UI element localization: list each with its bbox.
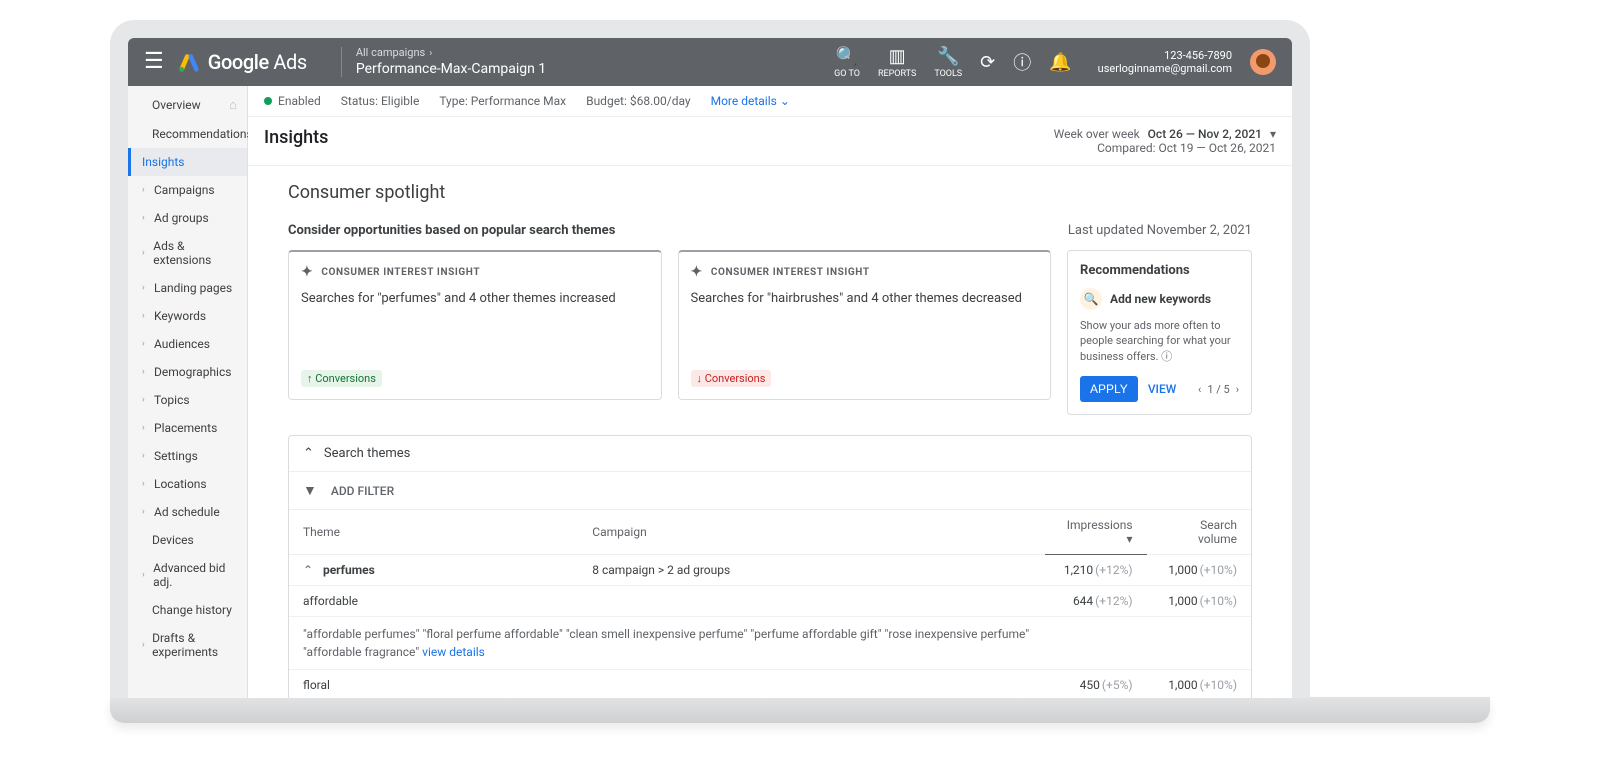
sidebar-item-ad-schedule[interactable]: ›Ad schedule: [128, 498, 247, 526]
notifications-icon[interactable]: 🔔: [1049, 52, 1071, 73]
sparkle-icon: ✦: [691, 264, 703, 280]
pager-label: 1 / 5: [1207, 383, 1229, 396]
google-ads-icon: [178, 51, 200, 73]
chevron-down-icon: ⌄: [780, 94, 790, 108]
table-row[interactable]: floral 450(+5%) 1,000(+10%): [289, 670, 1251, 698]
search-themes-header[interactable]: ⌃ Search themes: [289, 436, 1251, 472]
col-impressions[interactable]: Impressions ▾: [1045, 510, 1146, 555]
sidebar-item-overview[interactable]: Overview⌂: [128, 90, 247, 120]
product-logo[interactable]: Google Ads: [178, 50, 307, 74]
search-icon: 🔍: [836, 46, 858, 67]
sidebar-item-drafts[interactable]: ›Drafts & experiments: [128, 624, 247, 666]
sidebar-item-advanced-bid[interactable]: ›Advanced bid adj.: [128, 554, 247, 596]
sidebar-item-landing-pages[interactable]: ›Landing pages: [128, 274, 247, 302]
col-campaign[interactable]: Campaign: [578, 510, 1045, 555]
recommendations-card: Recommendations 🔍 Add new keywords Show y…: [1067, 250, 1252, 415]
avatar[interactable]: [1250, 49, 1276, 75]
reco-title: Recommendations: [1080, 263, 1239, 278]
sort-down-icon: ▾: [1127, 532, 1133, 546]
product-name: Google Ads: [208, 50, 307, 74]
budget-value: $68.00/day: [630, 94, 691, 108]
table-row[interactable]: ⌃ perfumes 8 campaign > 2 ad groups 1,21…: [289, 555, 1251, 586]
more-details-link[interactable]: More details ⌄: [711, 94, 790, 108]
search-themes-table: Theme Campaign Impressions ▾ Search volu…: [289, 510, 1251, 698]
sidebar-item-campaigns[interactable]: ›Campaigns: [128, 176, 247, 204]
magnify-icon: 🔍: [1080, 288, 1102, 310]
table-row-detail: "affordable perfumes" "floral perfume af…: [289, 617, 1251, 670]
campaign-status-bar: Enabled Status: Eligible Type: Performan…: [248, 86, 1292, 117]
top-app-bar: ☰ Google Ads All campaigns› Performance-…: [128, 38, 1292, 86]
table-row[interactable]: affordable 644(+12%) 1,000(+10%): [289, 586, 1251, 617]
wrench-icon: 🔧: [937, 46, 959, 67]
sidebar-item-placements[interactable]: ›Placements: [128, 414, 247, 442]
main-content: Enabled Status: Eligible Type: Performan…: [248, 86, 1292, 698]
sidebar-item-locations[interactable]: ›Locations: [128, 470, 247, 498]
chevron-right-icon: ›: [142, 185, 150, 195]
sidebar-item-change-history[interactable]: Change history: [128, 596, 247, 624]
date-range-picker[interactable]: Week over week Oct 26 — Nov 2, 2021 ▾ Co…: [1054, 127, 1276, 155]
view-button[interactable]: VIEW: [1148, 382, 1177, 396]
reports-button[interactable]: ▥REPORTS: [878, 46, 916, 79]
card-text: Searches for "hairbrushes" and 4 other t…: [691, 290, 1039, 308]
tools-button[interactable]: 🔧TOOLS: [934, 46, 962, 79]
sparkle-icon: ✦: [301, 264, 313, 280]
status-enabled: Enabled: [278, 94, 321, 108]
breadcrumb[interactable]: All campaigns› Performance-Max-Campaign …: [356, 46, 546, 78]
reco-description: Show your ads more often to people searc…: [1080, 319, 1231, 363]
dropdown-icon: ▾: [1270, 127, 1276, 141]
col-theme[interactable]: Theme: [289, 510, 578, 555]
help-circle-icon[interactable]: ⓘ: [1161, 350, 1172, 363]
sidebar-item-settings[interactable]: ›Settings: [128, 442, 247, 470]
sidebar-item-audiences[interactable]: ›Audiences: [128, 330, 247, 358]
insight-card-decreased[interactable]: ✦CONSUMER INTEREST INSIGHT Searches for …: [678, 250, 1052, 400]
sidebar-item-keywords[interactable]: ›Keywords: [128, 302, 247, 330]
next-icon[interactable]: ›: [1236, 383, 1239, 396]
add-filter-button[interactable]: ADD FILTER: [331, 484, 394, 498]
arrow-up-icon: ↑: [307, 372, 313, 385]
sidebar-item-demographics[interactable]: ›Demographics: [128, 358, 247, 386]
apply-button[interactable]: APPLY: [1080, 376, 1138, 402]
sidebar-item-recommendations[interactable]: Recommendations: [128, 120, 247, 148]
bar-chart-icon: ▥: [889, 46, 906, 67]
status-dot-icon: [264, 97, 272, 105]
view-details-link[interactable]: view details: [422, 645, 485, 659]
prev-icon[interactable]: ‹: [1198, 383, 1201, 396]
sidebar-item-topics[interactable]: ›Topics: [128, 386, 247, 414]
spotlight-title: Consumer spotlight: [288, 182, 1252, 203]
search-themes-panel: ⌃ Search themes ▼ ADD FILTER Theme Campa…: [288, 435, 1252, 698]
col-search-volume[interactable]: Search volume: [1147, 510, 1251, 555]
chevron-right-icon: ›: [429, 48, 432, 59]
sidebar-item-insights[interactable]: Insights: [128, 148, 247, 176]
help-icon[interactable]: ⓘ: [1013, 49, 1031, 75]
sidebar-nav: Overview⌂ Recommendations Insights ›Camp…: [128, 86, 248, 698]
card-text: Searches for "perfumes" and 4 other them…: [301, 290, 649, 308]
menu-icon[interactable]: ☰: [144, 49, 164, 74]
sidebar-item-ads-extensions[interactable]: ›Ads & extensions: [128, 232, 247, 274]
reco-keyword-title: Add new keywords: [1110, 292, 1211, 306]
sidebar-item-devices[interactable]: Devices: [128, 526, 247, 554]
account-info[interactable]: 123-456-7890 userloginname@gmail.com: [1098, 49, 1232, 75]
page-title: Insights: [264, 127, 328, 148]
conversions-up-badge: ↑ Conversions: [301, 370, 382, 387]
goto-button[interactable]: 🔍GO TO: [834, 46, 860, 79]
last-updated: Last updated November 2, 2021: [1068, 223, 1252, 238]
arrow-down-icon: ↓: [697, 372, 703, 385]
home-icon: ⌂: [229, 97, 237, 113]
sidebar-item-adgroups[interactable]: ›Ad groups: [128, 204, 247, 232]
chevron-up-icon: ⌃: [303, 446, 314, 461]
conversions-down-badge: ↓ Conversions: [691, 370, 772, 387]
status-value: Eligible: [381, 94, 419, 108]
campaign-type: Performance Max: [471, 94, 566, 108]
chevron-up-icon[interactable]: ⌃: [303, 563, 317, 577]
spotlight-subtitle: Consider opportunities based on popular …: [288, 223, 615, 238]
refresh-icon[interactable]: ⟳: [980, 52, 995, 73]
filter-icon[interactable]: ▼: [303, 482, 317, 499]
insight-card-increased[interactable]: ✦CONSUMER INTEREST INSIGHT Searches for …: [288, 250, 662, 400]
